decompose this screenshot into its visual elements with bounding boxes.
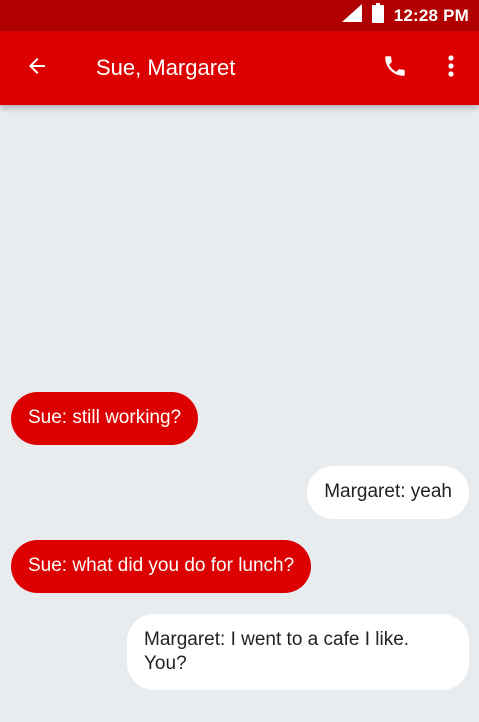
message-bubble-incoming[interactable]: Sue: still working? <box>11 392 199 445</box>
status-bar: 12:28 PM <box>0 0 479 31</box>
message-bubble-incoming[interactable]: Sue: what did you do for lunch? <box>11 540 312 593</box>
cellular-signal-icon <box>341 4 362 27</box>
phone-icon <box>382 53 408 84</box>
more-options-button[interactable] <box>436 51 466 85</box>
call-button[interactable] <box>378 51 412 85</box>
arrow-back-icon <box>25 54 49 83</box>
message-bubble-outgoing[interactable]: Margaret: I went to a cafe I like. You? <box>127 614 469 690</box>
status-icons: 12:28 PM <box>341 0 469 31</box>
back-button[interactable] <box>20 51 54 85</box>
conversation-title: Sue, Margaret <box>96 55 236 80</box>
battery-icon <box>371 3 384 28</box>
more-vert-icon <box>447 54 455 83</box>
status-time: 12:28 PM <box>393 5 469 25</box>
app-bar: Sue, Margaret <box>0 31 479 105</box>
message-bubble-outgoing[interactable]: Margaret: yeah <box>307 466 469 519</box>
